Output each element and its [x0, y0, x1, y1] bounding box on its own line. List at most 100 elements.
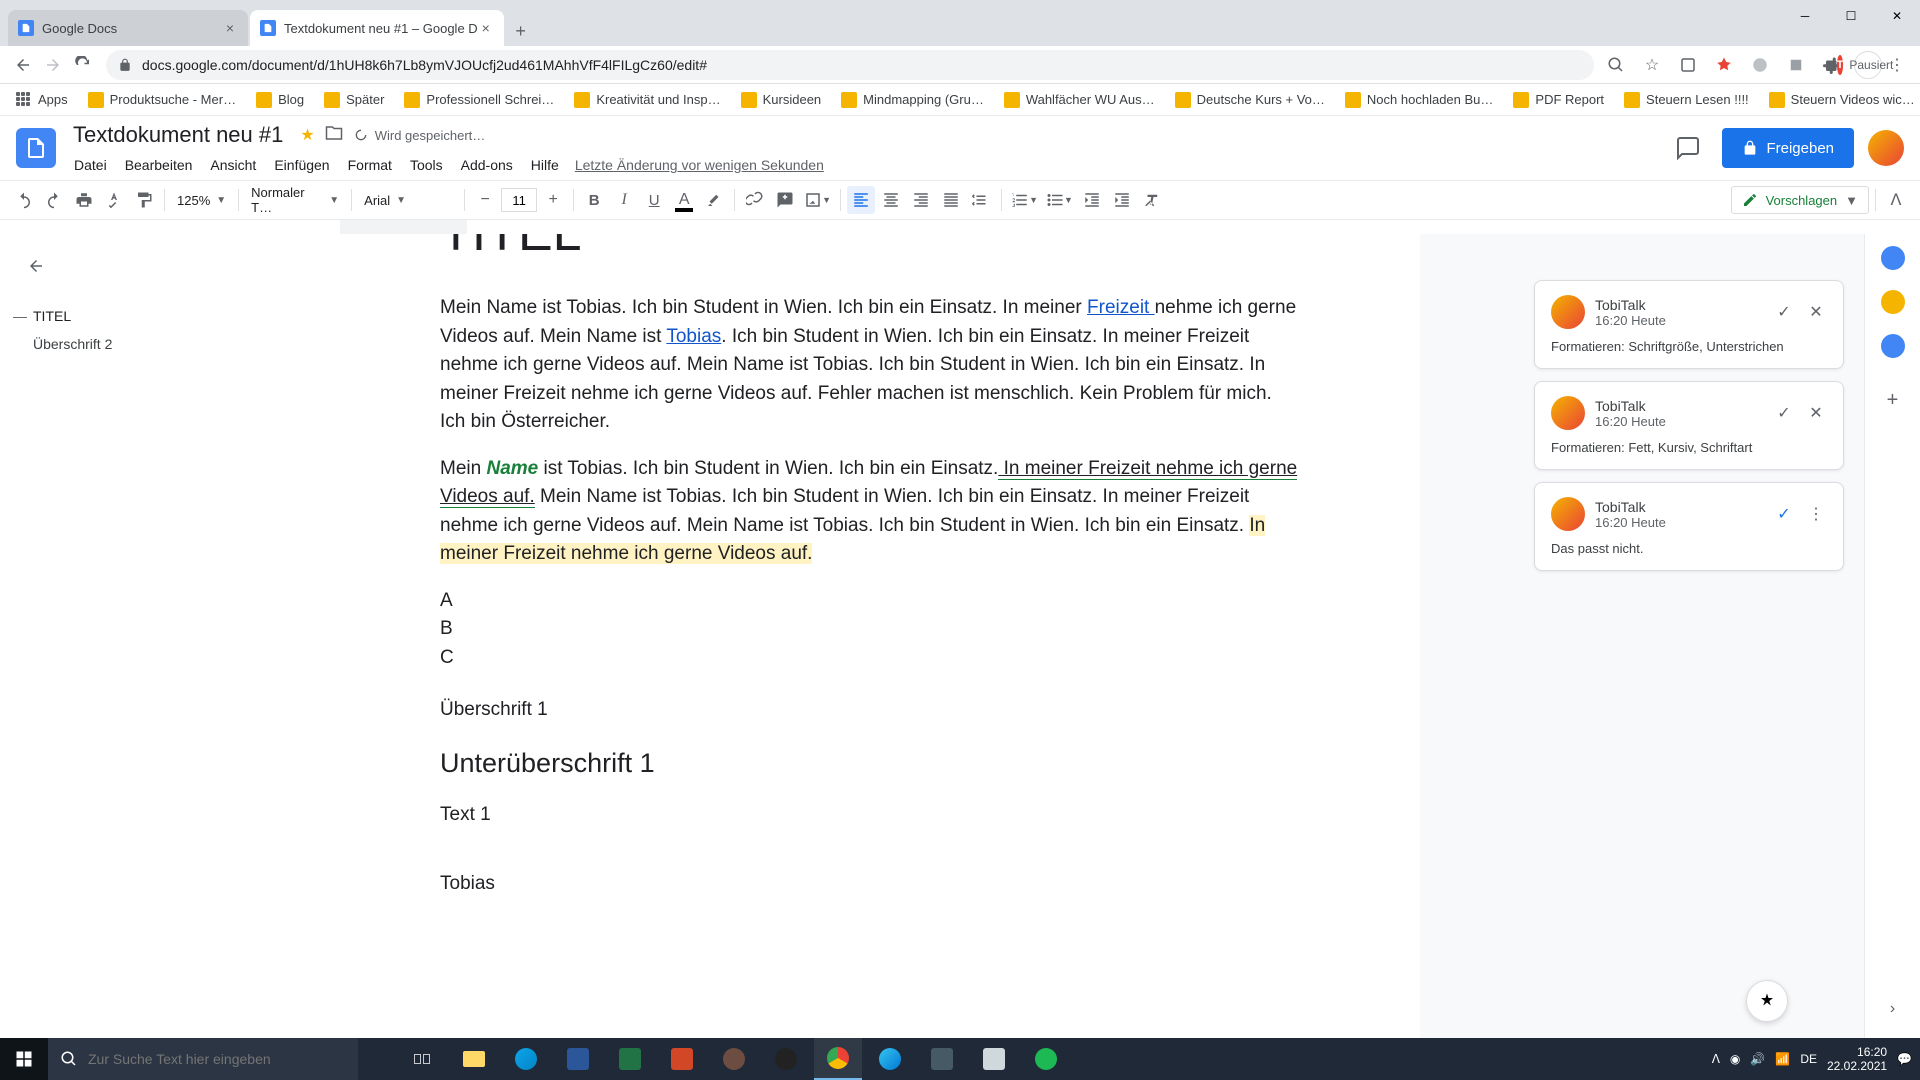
app-icon[interactable] — [970, 1038, 1018, 1080]
bookmark-apps[interactable]: Apps — [8, 88, 76, 112]
suggestion-card[interactable]: TobiTalk 16:20 Heute ✓ ✕ Formatieren: Fe… — [1534, 381, 1844, 470]
comments-icon[interactable] — [1668, 128, 1708, 168]
outline-item-heading2[interactable]: Überschrift 2 — [20, 330, 300, 358]
share-button[interactable]: Freigeben — [1722, 128, 1854, 168]
language-indicator[interactable]: DE — [1800, 1052, 1817, 1066]
taskbar-search[interactable] — [48, 1038, 358, 1080]
browser-tab-0[interactable]: Google Docs × — [8, 10, 248, 46]
start-button[interactable] — [0, 1038, 48, 1080]
bookmark-item[interactable]: Blog — [248, 88, 312, 112]
collapse-toolbar-icon[interactable]: ᐱ — [1882, 186, 1910, 214]
volume-icon[interactable]: 🔊 — [1750, 1052, 1765, 1066]
keep-icon[interactable] — [1881, 290, 1905, 314]
align-justify-icon[interactable] — [937, 186, 965, 214]
bold-button[interactable]: B — [580, 186, 608, 214]
redo-icon[interactable] — [40, 186, 68, 214]
app-icon[interactable] — [710, 1038, 758, 1080]
close-window-button[interactable]: ✕ — [1874, 0, 1920, 32]
bookmark-item[interactable]: Mindmapping (Gru… — [833, 88, 992, 112]
extension-icon[interactable] — [1674, 51, 1702, 79]
paint-format-icon[interactable] — [130, 186, 158, 214]
reject-icon[interactable]: ✕ — [1805, 402, 1827, 424]
side-collapse-icon[interactable]: › — [1890, 1000, 1895, 1018]
forward-button[interactable] — [38, 50, 68, 80]
clock[interactable]: 16:20 22.02.2021 — [1827, 1045, 1887, 1074]
line-spacing-icon[interactable] — [967, 186, 995, 214]
font-size-decrease[interactable]: − — [471, 186, 499, 214]
align-right-icon[interactable] — [907, 186, 935, 214]
zoom-icon[interactable] — [1602, 51, 1630, 79]
new-tab-button[interactable]: + — [506, 16, 536, 46]
outline-item-titel[interactable]: TITEL — [20, 302, 300, 330]
undo-icon[interactable] — [10, 186, 38, 214]
outline-back-icon[interactable] — [20, 250, 52, 282]
explore-button[interactable] — [1746, 980, 1788, 1022]
menu-format[interactable]: Format — [340, 153, 400, 177]
chrome-menu-icon[interactable]: ⋮ — [1882, 50, 1912, 80]
print-icon[interactable] — [70, 186, 98, 214]
formatted-name[interactable]: Name — [486, 458, 538, 479]
close-icon[interactable]: × — [478, 20, 494, 36]
extension-icon-3[interactable] — [1746, 51, 1774, 79]
font-select[interactable]: Arial▼ — [358, 186, 458, 214]
bookmark-item[interactable]: Kursideen — [733, 88, 830, 112]
tasks-icon[interactable] — [1881, 334, 1905, 358]
bookmark-item[interactable]: Steuern Videos wic… — [1761, 88, 1920, 112]
minimize-button[interactable]: ─ — [1782, 0, 1828, 32]
url-input[interactable] — [142, 57, 1582, 73]
link-icon[interactable] — [741, 186, 769, 214]
indent-increase-icon[interactable] — [1108, 186, 1136, 214]
subheading-1[interactable]: Unterüberschrift 1 — [440, 743, 1300, 784]
paragraph-1[interactable]: Mein Name ist Tobias. Ich bin Student in… — [440, 294, 1300, 437]
ruler[interactable] — [0, 220, 1920, 234]
document-title[interactable]: Textdokument neu #1 — [66, 119, 290, 151]
comment-add-icon[interactable] — [771, 186, 799, 214]
editor-canvas[interactable]: TITEL Mein Name ist Tobias. Ich bin Stud… — [320, 234, 1864, 1038]
back-button[interactable] — [8, 50, 38, 80]
style-select[interactable]: Normaler T…▼ — [245, 186, 345, 214]
spellcheck-icon[interactable] — [100, 186, 128, 214]
bookmark-item[interactable]: PDF Report — [1505, 88, 1612, 112]
menu-tools[interactable]: Tools — [402, 153, 451, 177]
bookmark-item[interactable]: Professionell Schrei… — [396, 88, 562, 112]
location-icon[interactable]: ◉ — [1730, 1052, 1740, 1066]
taskbar-search-input[interactable] — [88, 1051, 346, 1067]
image-icon[interactable]: ▼ — [801, 186, 834, 214]
clear-format-icon[interactable] — [1138, 186, 1166, 214]
resolve-icon[interactable]: ✓ — [1773, 503, 1795, 525]
text-1[interactable]: Text 1 — [440, 801, 1300, 830]
font-size-input[interactable]: 11 — [501, 188, 537, 212]
star-icon[interactable]: ★ — [300, 125, 314, 145]
accept-icon[interactable]: ✓ — [1773, 301, 1795, 323]
highlight-button[interactable] — [700, 186, 728, 214]
heading-2[interactable]: Überschrift 1 — [440, 696, 1300, 725]
browser-tab-1[interactable]: Textdokument neu #1 – Google D × — [250, 10, 504, 46]
bookmark-item[interactable]: Steuern Lesen !!!! — [1616, 88, 1757, 112]
wifi-icon[interactable]: 📶 — [1775, 1052, 1790, 1066]
obs-icon[interactable] — [762, 1038, 810, 1080]
menu-einfuegen[interactable]: Einfügen — [266, 153, 337, 177]
extension-icon-4[interactable] — [1782, 51, 1810, 79]
document-page[interactable]: TITEL Mein Name ist Tobias. Ich bin Stud… — [320, 234, 1420, 1038]
profile-chip[interactable]: T Pausiert — [1854, 51, 1882, 79]
paragraph-2[interactable]: Mein Name ist Tobias. Ich bin Student in… — [440, 455, 1300, 569]
menu-ansicht[interactable]: Ansicht — [202, 153, 264, 177]
link-freizeit[interactable]: Freizeit — [1087, 297, 1155, 318]
extension-icon-2[interactable] — [1710, 51, 1738, 79]
zoom-select[interactable]: 125%▼ — [171, 186, 232, 214]
comment-card[interactable]: TobiTalk 16:20 Heute ✓ ⋮ Das passt nicht… — [1534, 482, 1844, 571]
maximize-button[interactable]: ☐ — [1828, 0, 1874, 32]
text-color-button[interactable]: A — [670, 186, 698, 214]
menu-addons[interactable]: Add-ons — [453, 153, 521, 177]
bookmark-item[interactable]: Kreativität und Insp… — [566, 88, 728, 112]
docs-home-icon[interactable] — [16, 128, 56, 168]
align-center-icon[interactable] — [877, 186, 905, 214]
signature[interactable]: Tobias — [440, 870, 1300, 899]
explorer-icon[interactable] — [450, 1038, 498, 1080]
star-icon[interactable]: ☆ — [1638, 51, 1666, 79]
calendar-icon[interactable] — [1881, 246, 1905, 270]
move-icon[interactable] — [325, 124, 343, 147]
notifications-icon[interactable]: 💬 — [1897, 1052, 1912, 1066]
more-icon[interactable]: ⋮ — [1805, 503, 1827, 525]
add-addon-icon[interactable]: + — [1881, 388, 1905, 412]
